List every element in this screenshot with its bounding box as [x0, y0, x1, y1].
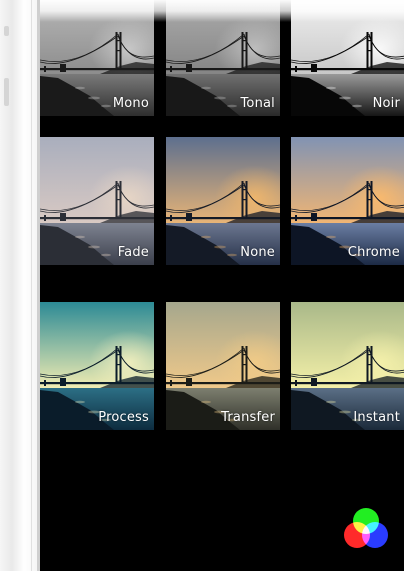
filter-noir-label: Noir [372, 96, 400, 111]
color-filter-icon[interactable] [344, 508, 388, 552]
filter-process-label: Process [98, 410, 149, 425]
filter-screen: Mono Tonal Noir Fade None Chrome Process… [40, 0, 404, 571]
device-volume-button [4, 78, 9, 106]
filter-instant-label: Instant [353, 410, 400, 425]
filter-chrome-tile[interactable]: Chrome [291, 137, 404, 265]
filter-transfer-tile[interactable]: Transfer [166, 302, 280, 430]
filter-none-label: None [240, 245, 275, 260]
filter-chrome-label: Chrome [347, 245, 400, 260]
filter-instant-tile[interactable]: Instant [291, 302, 404, 430]
filter-tonal-label: Tonal [240, 96, 275, 111]
device-side-button [4, 26, 9, 36]
filter-none-tile[interactable]: None [166, 137, 280, 265]
device-bezel-line [31, 0, 32, 571]
device-frame [0, 0, 40, 571]
top-fade-overlay [40, 0, 404, 22]
filter-transfer-label: Transfer [221, 410, 275, 425]
filter-fade-label: Fade [117, 245, 149, 260]
filter-mono-label: Mono [112, 96, 149, 111]
filter-process-tile[interactable]: Process [40, 302, 154, 430]
filter-fade-tile[interactable]: Fade [40, 137, 154, 265]
filter-icon-blue-dot [362, 522, 388, 548]
